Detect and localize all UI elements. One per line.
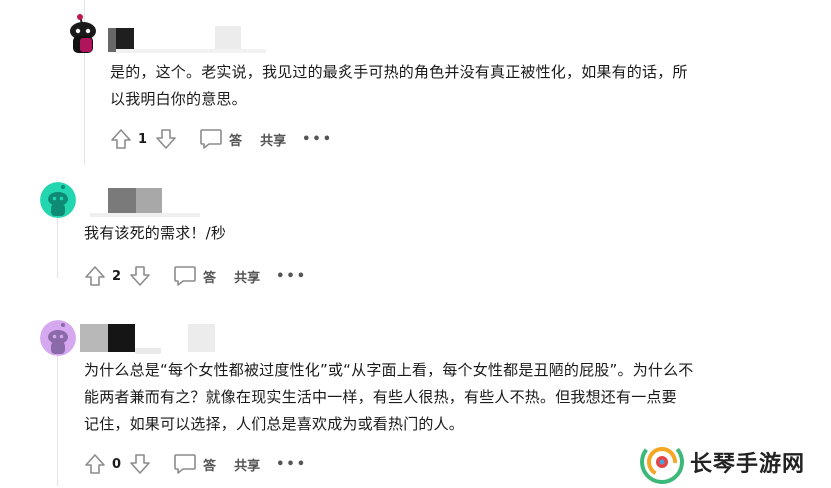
upvote-icon[interactable] [110,128,132,150]
downvote-icon[interactable] [155,128,177,150]
more-options-button[interactable]: ••• [276,269,307,284]
upvote-icon[interactable] [84,453,106,475]
snoo-teal-avatar-icon[interactable] [40,182,76,218]
redaction-smear [90,213,200,217]
snoo-dark-avatar-icon[interactable] [66,14,100,56]
comment-body: 为什么总是“每个女性都被过度性化”或“从字面上看，每个女性都是丑陋的屁股”。为什… [84,357,694,438]
comment-body-line: 以我明白你的意思。 [110,90,247,108]
redaction-smear [116,49,266,53]
watermark-text: 长琴手游网 [690,452,806,477]
reply-button[interactable]: 答 [173,453,216,475]
redaction-smear [135,348,161,354]
timestamp-redacted [188,324,215,352]
username-redacted [136,188,162,215]
upvote-icon[interactable] [84,265,106,287]
username-redacted [108,28,116,52]
comment: 是的，这个。老实说，我见过的最炙手可热的角色并没有真正被性化，如果有的话，所 以… [0,0,831,170]
share-button[interactable]: 共享 [260,130,286,149]
comment-bubble-icon [173,265,197,287]
comment-body-line: 我有该死的需求！/秒 [84,224,227,242]
more-options-button[interactable]: ••• [276,457,307,472]
comment-body: 是的，这个。老实说，我见过的最炙手可热的角色并没有真正被性化，如果有的话，所 以… [110,59,688,113]
vote-score: 2 [112,268,122,284]
more-options-button[interactable]: ••• [302,132,333,147]
comment-body-line: 是的，这个。老实说，我见过的最炙手可热的角色并没有真正被性化，如果有的话，所 [110,63,688,81]
reply-button[interactable]: 答 [173,265,216,287]
comment-body-line: 能两者兼而有之？就像在现实生活中一样，有些人很热，有些人不热。但我想还有一点要 [84,388,677,406]
comment: 我有该死的需求！/秒 2 答 共享 ••• [0,170,831,310]
comment-actions: 0 答 共享 ••• [84,449,307,479]
reply-label: 答 [229,133,243,149]
reply-label: 答 [203,270,217,286]
username-redacted[interactable] [80,324,108,352]
vote-controls: 1 [110,128,177,150]
comment-body-line: 为什么总是“每个女性都被过度性化”或“从字面上看，每个女性都是丑陋的屁股”。为什… [84,361,694,379]
vote-score: 0 [112,456,122,472]
watermark: 长琴手游网 [640,438,831,486]
watermark-logo-icon [640,440,684,484]
username-redacted [108,324,135,352]
reply-button[interactable]: 答 [199,128,242,150]
share-button[interactable]: 共享 [234,455,260,474]
downvote-icon[interactable] [129,453,151,475]
username-redacted[interactable] [108,188,136,215]
downvote-icon[interactable] [129,265,151,287]
reply-label: 答 [203,458,217,474]
comment-body-line: 记住，如果可以选择，人们总是喜欢成为或看热门的人。 [84,415,465,433]
vote-controls: 2 [84,265,151,287]
comment-actions: 2 答 共享 ••• [84,261,307,291]
snoo-purple-avatar-icon[interactable] [40,320,76,356]
comment-actions: 1 答 共享 ••• [110,124,333,154]
comment-bubble-icon [173,453,197,475]
share-button[interactable]: 共享 [234,267,260,286]
comment-body: 我有该死的需求！/秒 [84,220,226,247]
vote-score: 1 [138,131,148,147]
vote-controls: 0 [84,453,151,475]
comment-bubble-icon [199,128,223,150]
